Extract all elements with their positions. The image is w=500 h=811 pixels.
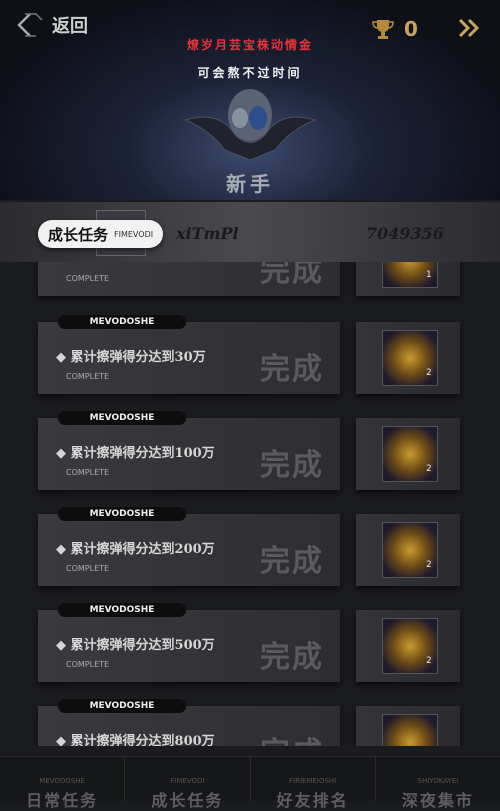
- trophy-counter: 0: [372, 17, 418, 41]
- tab-subtitle: FIRIEMEIOSHI: [289, 777, 337, 785]
- task-row: MEVODOSHE ◆ 累计擦弹得分达到30万 COMPLETE 完成: [38, 315, 340, 394]
- reward-slot[interactable]: [356, 706, 460, 746]
- tab-label: 成长任务: [151, 791, 224, 810]
- reward-slot[interactable]: 2: [356, 418, 460, 490]
- bottom-tab-bar: MEVODOSHE 日常任务 FIMEVODI 成长任务 FIRIEMEIOSH…: [0, 756, 500, 810]
- task-row: COMPLETE 完成: [38, 262, 340, 296]
- tab-subtitle: SHIYOKAYEI: [417, 777, 459, 785]
- task-tag: MEVODOSHE: [58, 699, 186, 713]
- task-tag: MEVODOSHE: [58, 411, 186, 425]
- task-complete-label: 完成: [260, 262, 324, 289]
- forward-arrows-icon[interactable]: [458, 18, 480, 38]
- task-status: COMPLETE: [66, 564, 110, 573]
- rank-title: 新手: [226, 172, 274, 196]
- tab-daily-tasks[interactable]: MEVODOSHE 日常任务: [0, 757, 126, 810]
- reward-quantity: 2: [426, 656, 432, 666]
- section-title-pill: 成长任务 FIMEVODI: [38, 220, 164, 248]
- task-status: COMPLETE: [66, 274, 110, 283]
- task-list[interactable]: COMPLETE 完成 1 MEVODOSHE ◆ 累计擦弹得分达到30万 CO…: [0, 262, 500, 746]
- tagline-top: 燎岁月芸宝株动情金: [186, 38, 313, 52]
- back-label: 返回: [52, 16, 88, 37]
- tab-label: 好友排名: [276, 791, 349, 810]
- tab-subtitle: MEVODOSHE: [39, 777, 85, 785]
- task-row: MEVODOSHE ◆ 累计擦弹得分达到500万 COMPLETE 完成: [38, 603, 340, 682]
- reward-quantity: 2: [426, 560, 432, 570]
- task-tag: MEVODOSHE: [58, 315, 186, 329]
- task-description: ◆ 累计擦弹得分达到200万: [56, 542, 215, 557]
- task-description: ◆ 累计擦弹得分达到800万: [56, 734, 215, 746]
- task-status: COMPLETE: [66, 660, 110, 669]
- task-row: MEVODOSHE ◆ 累计擦弹得分达到200万 COMPLETE 完成: [38, 507, 340, 586]
- tab-growth-tasks[interactable]: FIMEVODI 成长任务: [125, 757, 251, 810]
- tab-label: 深夜集市: [401, 791, 474, 810]
- task-row: MEVODOSHE ◆ 累计擦弹得分达到100万 COMPLETE 完成: [38, 411, 340, 490]
- back-button[interactable]: 返回: [16, 12, 88, 38]
- reward-quantity: 1: [426, 270, 432, 280]
- task-description: ◆ 累计擦弹得分达到100万: [56, 446, 215, 461]
- reward-quantity: 2: [426, 464, 432, 474]
- tab-subtitle: FIMEVODI: [170, 777, 205, 785]
- task-status: COMPLETE: [66, 468, 110, 477]
- player-score: 7049356: [366, 224, 444, 243]
- tagline-bottom: 可会熬不过时间: [197, 66, 303, 80]
- task-tag: MEVODOSHE: [58, 603, 186, 617]
- section-title: 成长任务: [48, 225, 109, 244]
- trophy-icon: [372, 20, 394, 39]
- task-complete-label: 完成: [260, 448, 324, 483]
- reward-slot[interactable]: 2: [356, 610, 460, 682]
- tab-label: 日常任务: [26, 791, 99, 810]
- reward-item-icon: [382, 714, 438, 746]
- reward-slot[interactable]: 2: [356, 514, 460, 586]
- trophy-count: 0: [404, 17, 418, 41]
- back-arrow-icon: [17, 13, 43, 37]
- section-subtitle: FIMEVODI: [114, 229, 154, 239]
- reward-slot[interactable]: 2: [356, 322, 460, 394]
- task-status: COMPLETE: [66, 372, 110, 381]
- reward-quantity: 2: [426, 368, 432, 378]
- task-description: ◆ 累计擦弹得分达到30万: [56, 350, 206, 365]
- reward-slot[interactable]: 1: [356, 262, 460, 296]
- task-row: MEVODOSHE ◆ 累计擦弹得分达到800万 完成: [38, 699, 340, 746]
- player-name: xiTmPl: [176, 224, 239, 243]
- task-tag: MEVODOSHE: [58, 507, 186, 521]
- tab-friend-ranking[interactable]: FIRIEMEIOSHI 好友排名: [251, 757, 376, 810]
- task-description: ◆ 累计擦弹得分达到500万: [56, 638, 215, 653]
- task-complete-label: 完成: [260, 352, 324, 387]
- task-complete-label: 完成: [260, 640, 324, 675]
- task-complete-label: 完成: [260, 544, 324, 579]
- tab-night-market[interactable]: SHIYOKAYEI 深夜集市: [376, 757, 500, 810]
- task-complete-label: 完成: [260, 728, 324, 746]
- header-banner: 返回 燎岁月芸宝株动情金 可会熬不过时间 0 新手: [0, 0, 500, 200]
- rank-emblem-icon: [183, 89, 317, 160]
